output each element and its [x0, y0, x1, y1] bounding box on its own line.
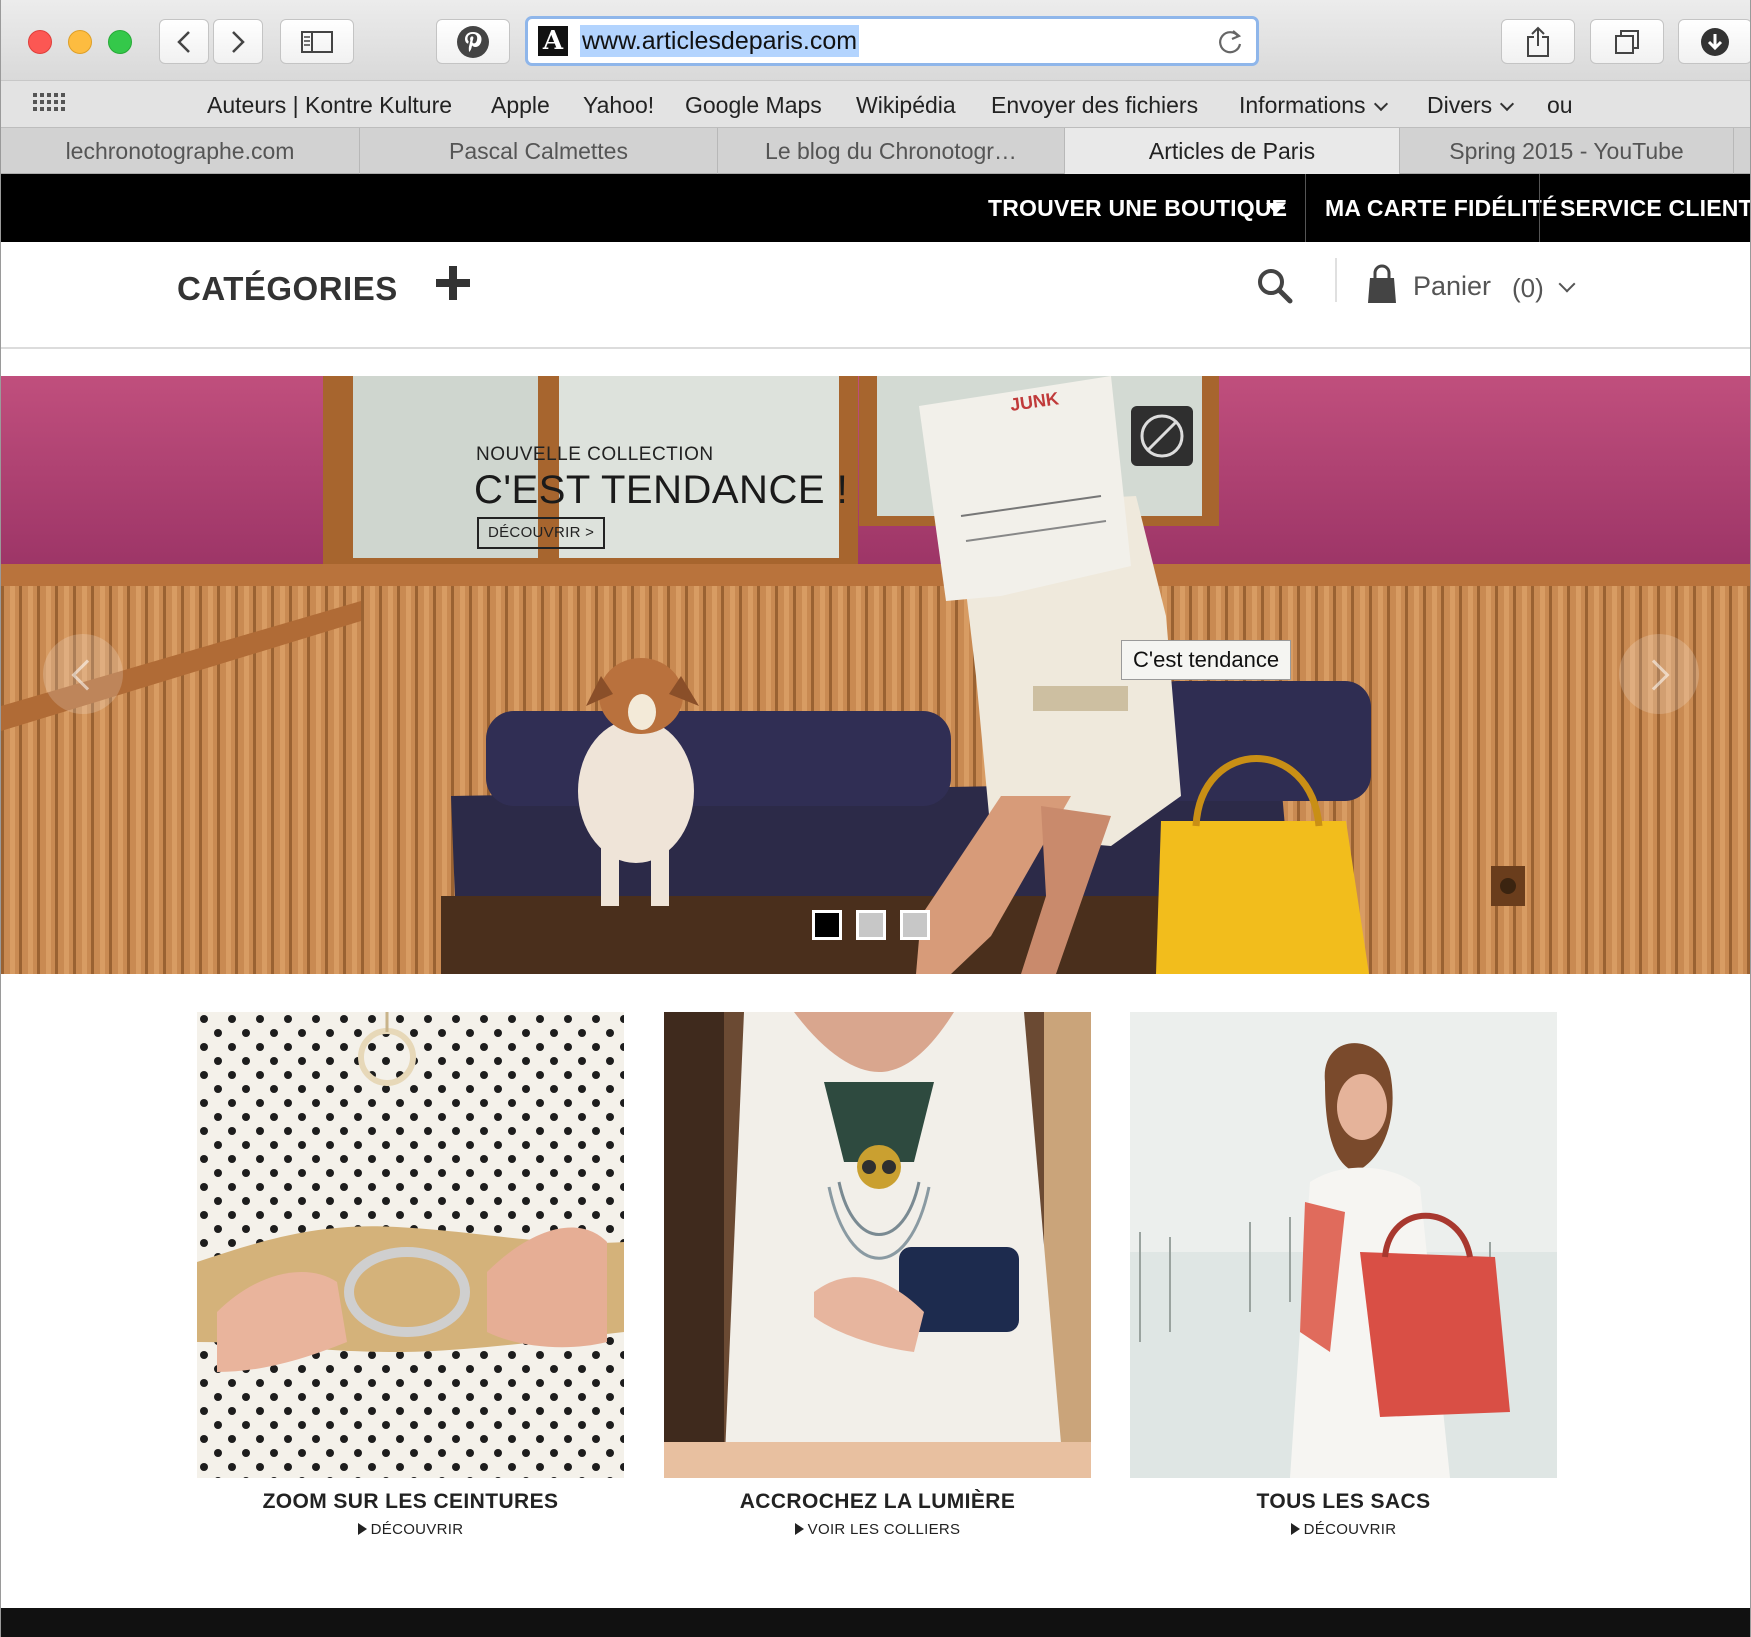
reload-icon[interactable] [1216, 28, 1244, 56]
tab-pascal-calmettes[interactable]: Pascal Calmettes [360, 128, 718, 174]
hero-tooltip: C'est tendance [1121, 640, 1292, 680]
slider-prev-button[interactable] [43, 634, 123, 714]
favorite-folder-informations[interactable]: Informations [1239, 91, 1388, 119]
chevron-down-icon[interactable] [1558, 275, 1576, 293]
favorite-envoyer-fichiers[interactable]: Envoyer des fichiers [991, 91, 1198, 119]
chevron-right-icon [1638, 659, 1670, 691]
slider-dot-3[interactable] [900, 910, 930, 940]
downloads-button[interactable] [1678, 19, 1750, 64]
favorite-folder-divers[interactable]: Divers [1427, 91, 1515, 119]
chevron-left-icon [177, 30, 190, 53]
share-button[interactable] [1501, 19, 1575, 64]
tab-blog-chronotographe[interactable]: Le blog du Chronotogr… [718, 128, 1065, 174]
chevron-down-icon [1373, 96, 1388, 112]
chevron-left-icon [71, 659, 103, 691]
hero-title: C'EST TENDANCE ! [474, 468, 849, 512]
sidebar-icon [301, 30, 333, 53]
play-triangle-icon [1290, 1523, 1300, 1535]
loyalty-card-link[interactable]: MA CARTE FIDÉLITÉ [1325, 174, 1558, 242]
tile-bags-title[interactable]: TOUS LES SACS [1130, 1490, 1557, 1514]
next-section-strip [1, 1608, 1750, 1637]
forward-button[interactable] [213, 19, 263, 64]
sidebar-toggle-button[interactable] [280, 19, 354, 64]
browser-toolbar: A www.articlesdeparis.com [1, 0, 1750, 80]
favorite-apple[interactable]: Apple [491, 91, 550, 119]
url-text[interactable]: www.articlesdeparis.com [580, 25, 860, 57]
tabs-overview-button[interactable] [1590, 19, 1664, 64]
chevron-down-icon [1500, 96, 1515, 112]
cart-count: (0) [1512, 273, 1544, 303]
cart-label[interactable]: Panier [1413, 271, 1491, 302]
play-triangle-icon [357, 1523, 367, 1535]
tile-belts-link[interactable]: DÉCOUVRIR [197, 1521, 624, 1538]
necklaces-photo [664, 1012, 1091, 1478]
hero-kicker: NOUVELLE COLLECTION [476, 444, 714, 465]
shopping-bag-icon[interactable] [1367, 264, 1397, 304]
tabs-icon [1615, 29, 1639, 54]
bags-photo [1130, 1012, 1557, 1478]
top-sites-grid-icon[interactable] [33, 93, 65, 111]
share-icon [1527, 26, 1549, 57]
tile-bags-link[interactable]: DÉCOUVRIR [1130, 1521, 1557, 1538]
customer-service-link[interactable]: SERVICE CLIENTS [1560, 174, 1750, 242]
favorite-google-maps[interactable]: Google Maps [685, 91, 822, 119]
tab-lechronotographe[interactable]: lechronotographe.com [1, 128, 360, 174]
favorite-wikipedia[interactable]: Wikipédia [856, 91, 956, 119]
tab-articles-de-paris[interactable]: Articles de Paris [1065, 128, 1400, 174]
store-finder-link[interactable]: TROUVER UNE BOUTIQUE [988, 174, 1287, 242]
favorite-auteurs[interactable]: Auteurs | Kontre Kulture [207, 91, 452, 119]
slider-dot-2[interactable] [856, 910, 886, 940]
tile-necklaces-title[interactable]: ACCROCHEZ LA LUMIÈRE [664, 1490, 1091, 1514]
tab-spring-2015-youtube[interactable]: Spring 2015 - YouTube [1400, 128, 1734, 174]
hero-discover-button[interactable]: DÉCOUVRIR > [477, 517, 606, 549]
site-top-nav: TROUVER UNE BOUTIQUE MA CARTE FIDÉLITÉ S… [1, 174, 1750, 242]
tile-necklaces-link[interactable]: VOIR LES COLLIERS [664, 1521, 1091, 1538]
address-bar[interactable]: A www.articlesdeparis.com [525, 16, 1259, 66]
download-icon [1701, 27, 1729, 56]
tile-belts-image[interactable] [197, 1012, 624, 1478]
site-favicon: A [538, 26, 568, 56]
favorite-yahoo[interactable]: Yahoo! [583, 91, 654, 119]
chevron-right-icon [232, 30, 245, 53]
close-window-button[interactable] [28, 30, 52, 54]
zoom-window-button[interactable] [108, 30, 132, 54]
tile-necklaces-image[interactable] [664, 1012, 1091, 1478]
back-button[interactable] [159, 19, 209, 64]
play-triangle-icon [794, 1523, 804, 1535]
slider-dot-1[interactable] [812, 910, 842, 940]
category-bar: CATÉGORIES Panier (0) [1, 242, 1750, 349]
search-icon[interactable] [1257, 268, 1293, 304]
caret-down-icon[interactable] [1266, 203, 1286, 214]
slider-next-button[interactable] [1619, 634, 1699, 714]
pinterest-button[interactable] [436, 19, 510, 64]
tab-bar: lechronotographe.com Pascal Calmettes Le… [1, 128, 1750, 174]
minimize-window-button[interactable] [68, 30, 92, 54]
favorite-ou[interactable]: ou [1547, 91, 1573, 119]
belts-photo [197, 1012, 624, 1478]
tile-belts-title[interactable]: ZOOM SUR LES CEINTURES [197, 1490, 624, 1514]
pinterest-icon [457, 25, 489, 58]
hero-image: JUNK [1, 376, 1750, 974]
plus-icon[interactable] [436, 266, 470, 300]
hero-slider: JUNK NOUVELLE COLLECTION C'EST TENDANCE … [1, 376, 1750, 974]
favorites-bar: Auteurs | Kontre Kulture Apple Yahoo! Go… [1, 80, 1750, 128]
categories-menu[interactable]: CATÉGORIES [177, 270, 398, 308]
tile-bags-image[interactable] [1130, 1012, 1557, 1478]
browser-window: A www.articlesdeparis.com Auteurs | Kont… [0, 0, 1751, 1637]
